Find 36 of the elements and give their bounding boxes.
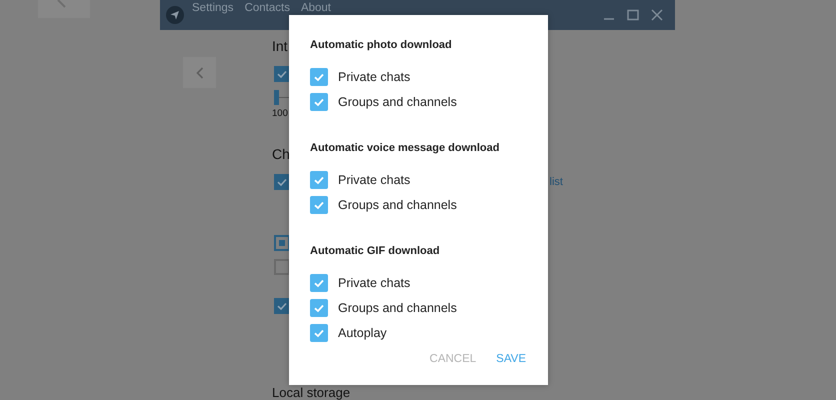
checkbox[interactable]: [310, 196, 328, 214]
checkbox-label: Groups and channels: [338, 300, 457, 314]
section-heading: Local storage: [272, 386, 350, 400]
maximize-icon[interactable]: [627, 9, 639, 21]
checkbox[interactable]: [310, 92, 328, 110]
menu-item[interactable]: About: [300, 2, 332, 14]
checkbox[interactable]: [310, 170, 328, 188]
checkbox-label: Private chats: [338, 172, 410, 186]
menu-item[interactable]: Contacts: [244, 2, 290, 14]
section-title: Automatic GIF download: [310, 244, 441, 258]
checkbox-label: Private chats: [338, 70, 410, 84]
chevron-left-icon: [196, 66, 204, 78]
section-title: Automatic voice message download: [310, 141, 500, 155]
slider-value: 100: [272, 108, 288, 120]
checkbox[interactable]: [274, 174, 290, 190]
section-heading: Int: [272, 37, 288, 55]
checkbox-label: Private chats: [338, 276, 410, 290]
section-heading: Ch: [272, 145, 290, 163]
checkbox[interactable]: [310, 324, 328, 342]
back-button[interactable]: [183, 57, 216, 88]
logo-icon: [166, 6, 184, 24]
checkbox[interactable]: [274, 298, 290, 314]
section-title: Automatic photo download: [310, 38, 453, 52]
close-icon[interactable]: [651, 9, 663, 21]
menu-item[interactable]: Settings: [192, 2, 234, 14]
checkbox-label: Groups and channels: [338, 198, 457, 212]
cancel-button[interactable]: CANCEL: [430, 353, 476, 365]
checkbox[interactable]: [274, 66, 290, 82]
save-button[interactable]: SAVE: [496, 353, 526, 365]
icon-button[interactable]: [38, 0, 90, 18]
checkbox[interactable]: [310, 68, 328, 86]
checkbox-label: Groups and channels: [338, 94, 457, 108]
checkbox[interactable]: [310, 274, 328, 292]
checkbox[interactable]: [310, 298, 328, 316]
link[interactable]: list: [550, 176, 563, 188]
checkbox-label: Autoplay: [338, 326, 387, 340]
